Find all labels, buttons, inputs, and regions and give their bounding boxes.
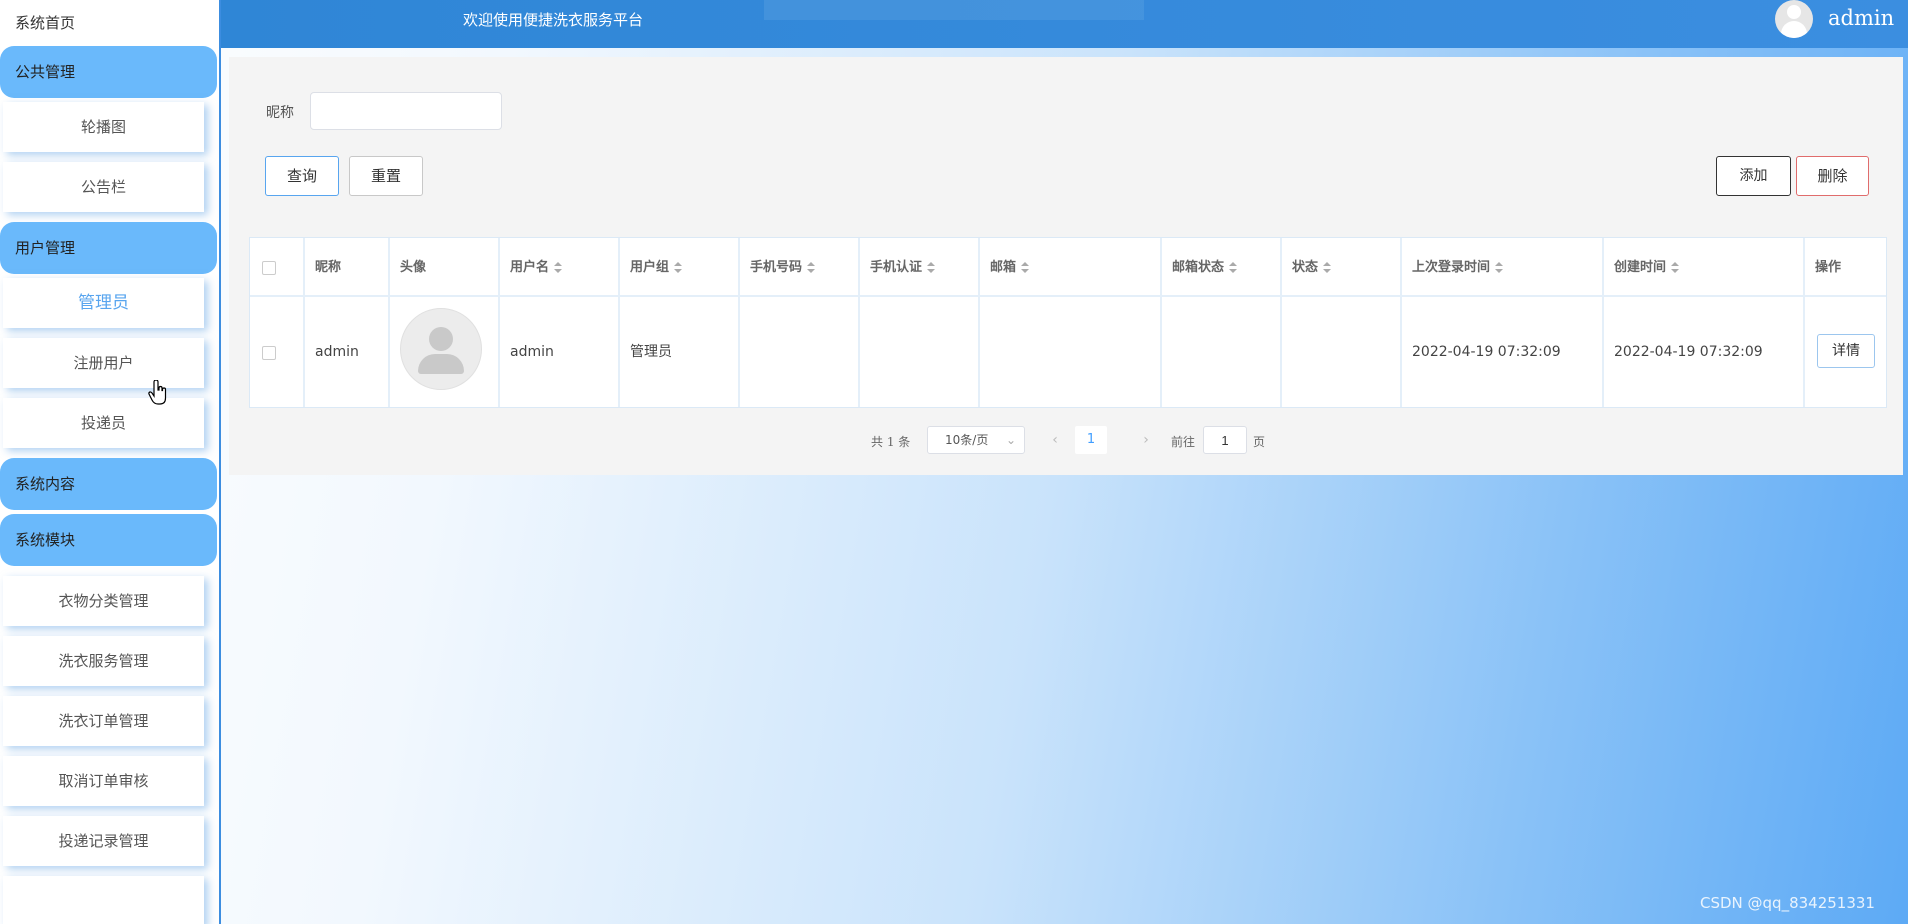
pagination-total: 共 1 条 xyxy=(871,435,911,449)
header-select-cell xyxy=(250,238,305,297)
cell-actions: 详情 xyxy=(1805,297,1886,407)
query-button[interactable]: 查询 xyxy=(265,156,339,196)
cell-last-login: 2022-04-19 07:32:09 xyxy=(1402,297,1604,407)
hand-cursor-icon xyxy=(148,380,167,405)
users-table: 昵称 头像 用户名 用户组 手机号码 手机认证 邮箱 邮箱状态 状态 上次登录时… xyxy=(249,237,1887,408)
sidebar-item-couriers[interactable]: 投递员 xyxy=(3,398,204,448)
col-phone[interactable]: 手机号码 xyxy=(740,238,860,297)
sort-icon xyxy=(807,261,816,274)
goto-page-input[interactable] xyxy=(1203,426,1247,454)
col-email-status[interactable]: 邮箱状态 xyxy=(1162,238,1282,297)
sidebar-item-laundry-service[interactable]: 洗衣服务管理 xyxy=(3,636,204,686)
cell-username: admin xyxy=(500,297,620,407)
cell-status xyxy=(1282,297,1402,407)
page-number[interactable]: 1 xyxy=(1075,426,1107,454)
select-all-checkbox[interactable] xyxy=(262,261,276,275)
sidebar-item-notice[interactable]: 公告栏 xyxy=(3,162,204,212)
sidebar-item-carousel[interactable]: 轮播图 xyxy=(3,102,204,152)
col-actions: 操作 xyxy=(1805,238,1886,297)
header-ghost-bar xyxy=(764,0,1144,20)
sidebar-group-users[interactable]: 用户管理 xyxy=(0,222,217,274)
user-avatar[interactable] xyxy=(1775,0,1813,38)
row-checkbox[interactable] xyxy=(262,346,276,360)
sidebar-item-clothing-category[interactable]: 衣物分类管理 xyxy=(3,576,204,626)
col-email[interactable]: 邮箱 xyxy=(980,238,1162,297)
cell-created: 2022-04-19 07:32:09 xyxy=(1604,297,1805,407)
col-username[interactable]: 用户名 xyxy=(500,238,620,297)
sidebar-group-content[interactable]: 系统内容 xyxy=(0,458,217,510)
sort-icon xyxy=(554,261,563,274)
default-avatar-icon xyxy=(400,308,482,390)
sidebar-item-cancel-review[interactable]: 取消订单审核 xyxy=(3,756,204,806)
sort-icon xyxy=(927,261,936,274)
sidebar-group-modules[interactable]: 系统模块 xyxy=(0,514,217,566)
goto-unit: 页 xyxy=(1253,435,1266,449)
cell-phone xyxy=(740,297,860,407)
goto-label: 前往 xyxy=(1171,435,1196,449)
row-select-cell xyxy=(250,297,305,407)
sort-icon xyxy=(1021,261,1030,274)
col-phone-verified[interactable]: 手机认证 xyxy=(860,238,980,297)
col-created[interactable]: 创建时间 xyxy=(1604,238,1805,297)
cell-email xyxy=(980,297,1162,407)
add-button[interactable]: 添加 xyxy=(1716,156,1791,196)
page-size-select[interactable]: 10条/页 ⌄ xyxy=(927,426,1025,454)
sidebar: 系统首页 公共管理 轮播图 公告栏 用户管理 管理员 注册用户 投递员 系统内容… xyxy=(0,0,221,924)
sidebar-item-admin[interactable]: 管理员 xyxy=(3,278,204,328)
sidebar-item-registered-users[interactable]: 注册用户 xyxy=(3,338,204,388)
next-page-icon[interactable]: › xyxy=(1132,426,1160,454)
top-header: 欢迎使用便捷洗衣服务平台 admin xyxy=(221,0,1908,48)
col-nickname[interactable]: 昵称 xyxy=(305,238,390,297)
chevron-down-icon: ⌄ xyxy=(1005,433,1016,447)
cell-nickname: admin xyxy=(305,297,390,407)
header-username[interactable]: admin xyxy=(1828,6,1894,30)
cell-email-status xyxy=(1162,297,1282,407)
nickname-search-input[interactable] xyxy=(310,92,502,130)
sort-icon xyxy=(1495,261,1504,274)
sort-icon xyxy=(1229,261,1238,274)
header-title: 欢迎使用便捷洗衣服务平台 xyxy=(463,11,644,29)
sort-icon xyxy=(1671,261,1680,274)
reset-button[interactable]: 重置 xyxy=(349,156,423,196)
cell-avatar xyxy=(390,297,500,407)
sidebar-item-delivery-records[interactable]: 投递记录管理 xyxy=(3,816,204,866)
delete-button[interactable]: 删除 xyxy=(1796,156,1869,196)
sidebar-group-public[interactable]: 公共管理 xyxy=(0,46,217,98)
cell-group: 管理员 xyxy=(620,297,740,407)
col-last-login[interactable]: 上次登录时间 xyxy=(1402,238,1604,297)
sidebar-item-more[interactable] xyxy=(3,876,204,924)
main-panel: 昵称 查询 重置 添加 删除 昵称 头像 用户名 用户组 手机号码 手机认证 邮… xyxy=(229,57,1903,475)
prev-page-icon[interactable]: ‹ xyxy=(1041,426,1069,454)
sidebar-item-laundry-orders[interactable]: 洗衣订单管理 xyxy=(3,696,204,746)
sidebar-home[interactable]: 系统首页 xyxy=(0,0,219,46)
col-status[interactable]: 状态 xyxy=(1282,238,1402,297)
col-avatar: 头像 xyxy=(390,238,500,297)
nickname-label: 昵称 xyxy=(266,105,294,121)
sort-icon xyxy=(674,261,683,274)
detail-button[interactable]: 详情 xyxy=(1817,334,1875,368)
col-group[interactable]: 用户组 xyxy=(620,238,740,297)
watermark: CSDN @qq_834251331 xyxy=(1700,894,1875,912)
sort-icon xyxy=(1323,261,1332,274)
cell-phone-verified xyxy=(860,297,980,407)
